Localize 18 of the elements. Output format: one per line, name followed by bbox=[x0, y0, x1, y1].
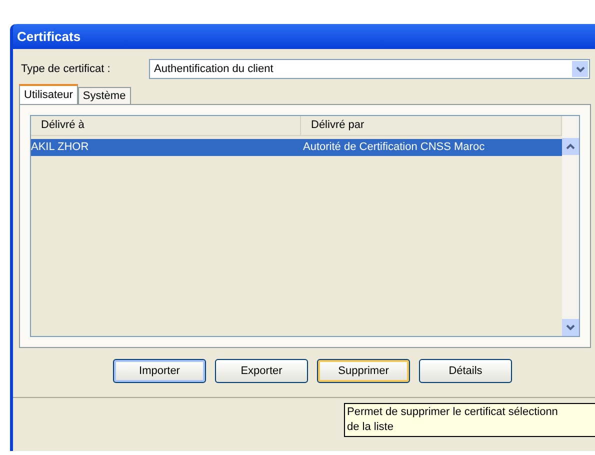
chevron-down-icon bbox=[572, 61, 588, 77]
certificate-type-dropdown[interactable]: Authentification du client bbox=[149, 59, 590, 79]
tab[interactable]: Système bbox=[78, 87, 131, 104]
table-row[interactable]: AKIL ZHOR Autorité de Certification CNSS Maroc bbox=[31, 139, 562, 156]
tooltip: Permet de supprimer le certificat sélectionn de la liste bbox=[344, 403, 595, 437]
table-cell-text: AKIL ZHOR bbox=[31, 140, 90, 156]
scroll-up-icon[interactable] bbox=[562, 138, 579, 155]
dialog-button[interactable]: Importer bbox=[113, 359, 206, 383]
certificate-type-label: Type de certificat : bbox=[21, 62, 112, 77]
scroll-down-icon[interactable] bbox=[562, 319, 579, 336]
dialog-button[interactable]: Supprimer bbox=[317, 359, 410, 383]
dialog-button[interactable]: Détails bbox=[419, 359, 512, 383]
window-title: Certificats bbox=[17, 28, 81, 46]
dialog-button[interactable]: Exporter bbox=[215, 359, 308, 383]
column-header[interactable]: Délivré à bbox=[31, 116, 301, 135]
table-cell-text: Autorité de Certification CNSS Maroc bbox=[302, 140, 486, 156]
tab[interactable]: Utilisateur bbox=[19, 84, 78, 104]
scrollbar[interactable] bbox=[562, 116, 579, 336]
